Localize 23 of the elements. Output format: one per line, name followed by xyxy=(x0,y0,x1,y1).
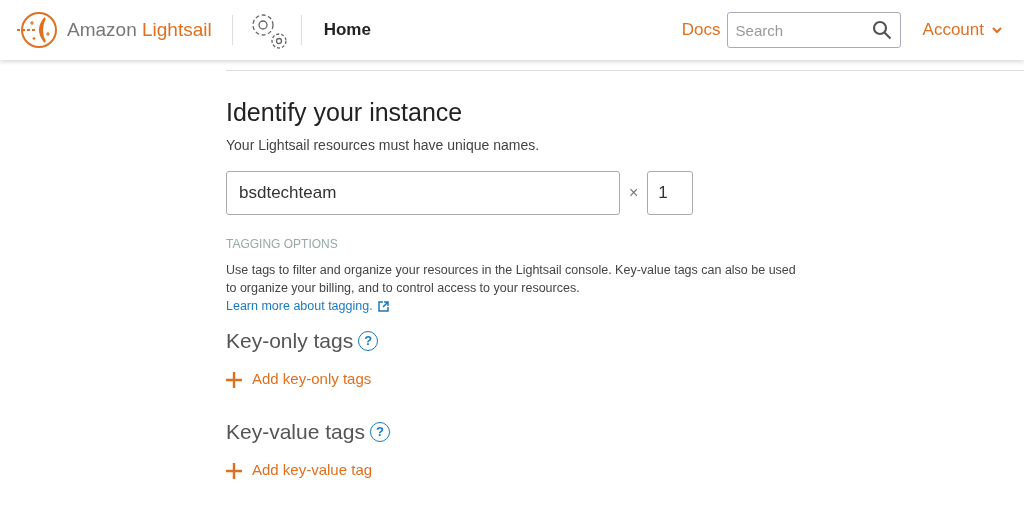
add-tag-button[interactable]: Add key-only tags xyxy=(226,368,372,391)
tags-heading: Key-only tags xyxy=(226,327,354,354)
lightsail-logo-icon xyxy=(15,10,59,50)
brand-name[interactable]: Amazon Lightsail xyxy=(67,15,212,45)
account-menu[interactable]: Account xyxy=(922,17,1002,43)
search-icon[interactable] xyxy=(871,20,892,40)
plus-icon xyxy=(226,371,242,388)
external-link-icon xyxy=(377,300,389,312)
instance-name-field[interactable]: bsdtechteam xyxy=(226,171,620,215)
docs-link[interactable]: Docs xyxy=(681,17,721,43)
learn-more-link[interactable]: Learn more about tagging. xyxy=(226,297,389,316)
section-label: TAGGING OPTIONS xyxy=(226,236,339,253)
add-tag-button[interactable]: Add key-value tag xyxy=(226,459,373,482)
tags-heading: Key-value tags xyxy=(226,418,365,445)
search-field[interactable]: Search xyxy=(726,12,901,48)
subtitle: Your Lightsail resources must have unique names. xyxy=(226,136,541,155)
section-heading: Identify your instance xyxy=(226,97,464,128)
tagging-description: Use tags to filter and organize your resources in the Lightsail console. Key-value tags can also be used to organize your billing, and to control access to your resources. xyxy=(226,262,797,297)
multiply-sign: × xyxy=(629,183,639,203)
page-title: Home xyxy=(323,19,371,42)
plus-icon xyxy=(226,462,242,479)
chevron-down-icon xyxy=(992,26,1002,34)
instance-count-field[interactable]: 1 xyxy=(647,171,694,215)
